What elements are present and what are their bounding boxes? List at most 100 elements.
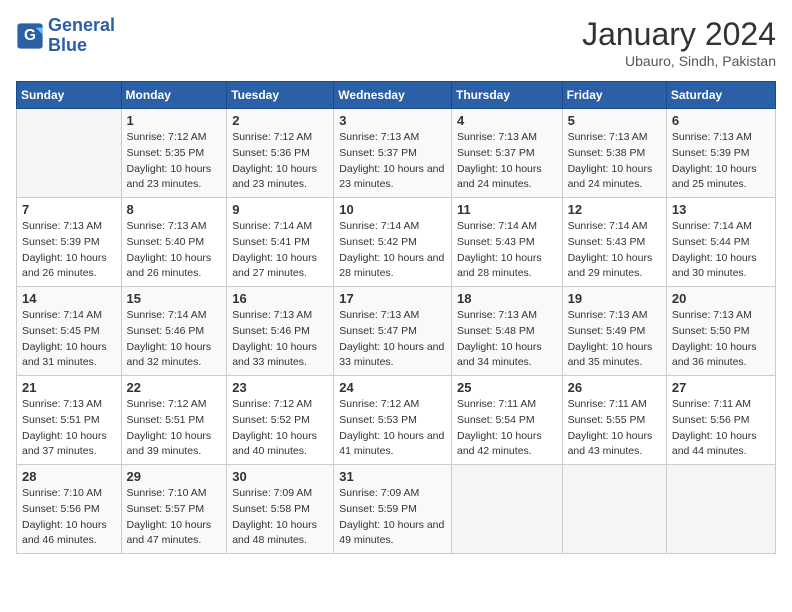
calendar-week-row: 1Sunrise: 7:12 AMSunset: 5:35 PMDaylight… <box>17 109 776 198</box>
logo: G General Blue <box>16 16 115 56</box>
calendar-cell: 30 Sunrise: 7:09 AMSunset: 5:58 PMDayligh… <box>227 465 334 554</box>
day-number: 15 <box>127 291 222 306</box>
logo-text: General Blue <box>48 16 115 56</box>
calendar-cell: 3 Sunrise: 7:13 AMSunset: 5:37 PMDaylight… <box>334 109 452 198</box>
day-detail: Sunrise: 7:10 AMSunset: 5:57 PMDaylight:… <box>127 486 222 549</box>
day-detail: Sunrise: 7:14 AMSunset: 5:42 PMDaylight:… <box>339 219 446 282</box>
day-detail: Sunrise: 7:13 AMSunset: 5:47 PMDaylight:… <box>339 308 446 371</box>
day-detail: Sunrise: 7:11 AMSunset: 5:56 PMDaylight:… <box>672 397 770 460</box>
day-number: 17 <box>339 291 446 306</box>
day-number: 27 <box>672 380 770 395</box>
calendar-cell: 26 Sunrise: 7:11 AMSunset: 5:55 PMDayligh… <box>562 376 666 465</box>
day-number: 8 <box>127 202 222 217</box>
calendar-cell: 8 Sunrise: 7:13 AMSunset: 5:40 PMDaylight… <box>121 198 227 287</box>
day-detail: Sunrise: 7:13 AMSunset: 5:40 PMDaylight:… <box>127 219 222 282</box>
day-number: 31 <box>339 469 446 484</box>
logo-general: General <box>48 15 115 35</box>
day-detail: Sunrise: 7:14 AMSunset: 5:44 PMDaylight:… <box>672 219 770 282</box>
calendar-cell: 13 Sunrise: 7:14 AMSunset: 5:44 PMDayligh… <box>666 198 775 287</box>
calendar-cell: 16 Sunrise: 7:13 AMSunset: 5:46 PMDayligh… <box>227 287 334 376</box>
day-detail: Sunrise: 7:13 AMSunset: 5:46 PMDaylight:… <box>232 308 328 371</box>
day-detail: Sunrise: 7:11 AMSunset: 5:55 PMDaylight:… <box>568 397 661 460</box>
day-detail: Sunrise: 7:13 AMSunset: 5:37 PMDaylight:… <box>339 130 446 193</box>
calendar-cell: 4 Sunrise: 7:13 AMSunset: 5:37 PMDaylight… <box>451 109 562 198</box>
day-detail: Sunrise: 7:13 AMSunset: 5:50 PMDaylight:… <box>672 308 770 371</box>
day-number: 13 <box>672 202 770 217</box>
calendar-cell <box>562 465 666 554</box>
calendar-week-row: 28Sunrise: 7:10 AMSunset: 5:56 PMDayligh… <box>17 465 776 554</box>
day-number: 10 <box>339 202 446 217</box>
calendar-cell: 5 Sunrise: 7:13 AMSunset: 5:38 PMDaylight… <box>562 109 666 198</box>
calendar-cell: 11 Sunrise: 7:14 AMSunset: 5:43 PMDayligh… <box>451 198 562 287</box>
month-title: January 2024 <box>582 16 776 53</box>
calendar-cell: 18 Sunrise: 7:13 AMSunset: 5:48 PMDayligh… <box>451 287 562 376</box>
location: Ubauro, Sindh, Pakistan <box>582 53 776 69</box>
day-detail: Sunrise: 7:14 AMSunset: 5:41 PMDaylight:… <box>232 219 328 282</box>
day-number: 11 <box>457 202 557 217</box>
day-detail: Sunrise: 7:13 AMSunset: 5:48 PMDaylight:… <box>457 308 557 371</box>
day-detail: Sunrise: 7:13 AMSunset: 5:37 PMDaylight:… <box>457 130 557 193</box>
calendar-cell: 14Sunrise: 7:14 AMSunset: 5:45 PMDayligh… <box>17 287 122 376</box>
calendar-cell: 28Sunrise: 7:10 AMSunset: 5:56 PMDayligh… <box>17 465 122 554</box>
day-detail: Sunrise: 7:09 AMSunset: 5:59 PMDaylight:… <box>339 486 446 549</box>
calendar-cell: 10 Sunrise: 7:14 AMSunset: 5:42 PMDayligh… <box>334 198 452 287</box>
day-number: 25 <box>457 380 557 395</box>
calendar-cell: 1Sunrise: 7:12 AMSunset: 5:35 PMDaylight… <box>121 109 227 198</box>
day-number: 29 <box>127 469 222 484</box>
day-number: 19 <box>568 291 661 306</box>
page-header: G General Blue January 2024 Ubauro, Sind… <box>16 16 776 69</box>
calendar-header-row: SundayMondayTuesdayWednesdayThursdayFrid… <box>17 82 776 109</box>
day-of-week-header: Thursday <box>451 82 562 109</box>
day-number: 14 <box>22 291 116 306</box>
day-number: 30 <box>232 469 328 484</box>
calendar-cell: 6 Sunrise: 7:13 AMSunset: 5:39 PMDaylight… <box>666 109 775 198</box>
calendar-cell: 21 Sunrise: 7:13 AMSunset: 5:51 PMDayligh… <box>17 376 122 465</box>
day-detail: Sunrise: 7:09 AMSunset: 5:58 PMDaylight:… <box>232 486 328 549</box>
day-detail: Sunrise: 7:12 AMSunset: 5:53 PMDaylight:… <box>339 397 446 460</box>
logo-blue: Blue <box>48 35 87 55</box>
day-number: 23 <box>232 380 328 395</box>
day-number: 12 <box>568 202 661 217</box>
calendar-cell: 2Sunrise: 7:12 AMSunset: 5:36 PMDaylight… <box>227 109 334 198</box>
day-detail: Sunrise: 7:12 AMSunset: 5:52 PMDaylight:… <box>232 397 328 460</box>
day-detail: Sunrise: 7:14 AMSunset: 5:43 PMDaylight:… <box>457 219 557 282</box>
day-number: 6 <box>672 113 770 128</box>
calendar-cell: 23 Sunrise: 7:12 AMSunset: 5:52 PMDayligh… <box>227 376 334 465</box>
day-detail: Sunrise: 7:12 AMSunset: 5:51 PMDaylight:… <box>127 397 222 460</box>
day-number: 5 <box>568 113 661 128</box>
day-detail: Sunrise: 7:12 AMSunset: 5:35 PMDaylight:… <box>127 130 222 193</box>
calendar-week-row: 7 Sunrise: 7:13 AMSunset: 5:39 PMDaylight… <box>17 198 776 287</box>
logo-icon: G <box>16 22 44 50</box>
day-number: 24 <box>339 380 446 395</box>
calendar-cell: 29 Sunrise: 7:10 AMSunset: 5:57 PMDayligh… <box>121 465 227 554</box>
calendar-cell: 19Sunrise: 7:13 AMSunset: 5:49 PMDayligh… <box>562 287 666 376</box>
day-number: 18 <box>457 291 557 306</box>
calendar-cell <box>666 465 775 554</box>
day-detail: Sunrise: 7:14 AMSunset: 5:43 PMDaylight:… <box>568 219 661 282</box>
day-number: 16 <box>232 291 328 306</box>
calendar-cell: 17 Sunrise: 7:13 AMSunset: 5:47 PMDayligh… <box>334 287 452 376</box>
calendar-table: SundayMondayTuesdayWednesdayThursdayFrid… <box>16 81 776 554</box>
day-detail: Sunrise: 7:13 AMSunset: 5:38 PMDaylight:… <box>568 130 661 193</box>
calendar-cell: 24 Sunrise: 7:12 AMSunset: 5:53 PMDayligh… <box>334 376 452 465</box>
day-detail: Sunrise: 7:11 AMSunset: 5:54 PMDaylight:… <box>457 397 557 460</box>
day-of-week-header: Friday <box>562 82 666 109</box>
calendar-cell <box>17 109 122 198</box>
svg-text:G: G <box>24 27 36 44</box>
day-detail: Sunrise: 7:13 AMSunset: 5:39 PMDaylight:… <box>22 219 116 282</box>
day-of-week-header: Monday <box>121 82 227 109</box>
day-number: 4 <box>457 113 557 128</box>
day-detail: Sunrise: 7:13 AMSunset: 5:51 PMDaylight:… <box>22 397 116 460</box>
day-number: 21 <box>22 380 116 395</box>
calendar-cell: 22 Sunrise: 7:12 AMSunset: 5:51 PMDayligh… <box>121 376 227 465</box>
day-number: 7 <box>22 202 116 217</box>
day-detail: Sunrise: 7:12 AMSunset: 5:36 PMDaylight:… <box>232 130 328 193</box>
day-number: 3 <box>339 113 446 128</box>
calendar-week-row: 14Sunrise: 7:14 AMSunset: 5:45 PMDayligh… <box>17 287 776 376</box>
day-number: 22 <box>127 380 222 395</box>
day-of-week-header: Tuesday <box>227 82 334 109</box>
calendar-cell <box>451 465 562 554</box>
day-number: 26 <box>568 380 661 395</box>
calendar-cell: 31 Sunrise: 7:09 AMSunset: 5:59 PMDayligh… <box>334 465 452 554</box>
day-detail: Sunrise: 7:13 AMSunset: 5:39 PMDaylight:… <box>672 130 770 193</box>
